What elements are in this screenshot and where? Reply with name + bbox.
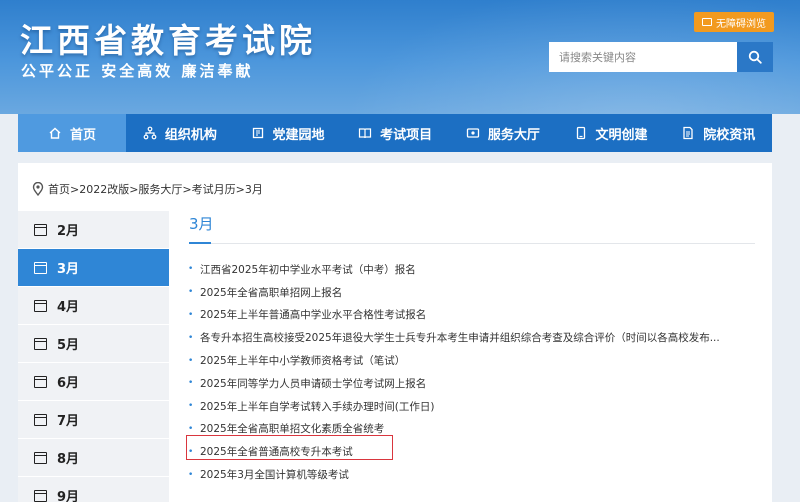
list-item-text: 2025年3月全国计算机等级考试 [200, 469, 349, 482]
nav-item-news[interactable]: 院校资讯 [664, 114, 772, 152]
site-slogan: 公平公正 安全高效 廉洁奉献 [21, 62, 254, 80]
calendar-icon [34, 223, 47, 236]
sidebar-item-label: 9月 [57, 490, 80, 502]
nav-label: 首页 [69, 127, 96, 143]
nav-label: 院校资讯 [703, 127, 756, 143]
calendar-icon [34, 337, 47, 350]
list-item[interactable]: • 各专升本招生高校接受2025年退役大学生士兵专升本考生申请并组织综合考查及综合… [188, 326, 748, 349]
sidebar-item-sep[interactable]: 9月 [18, 477, 169, 502]
book-icon [358, 126, 372, 140]
nav-item-party[interactable]: 党建园地 [234, 114, 342, 152]
nav-item-home[interactable]: 首页 [18, 114, 126, 152]
flag-icon [251, 126, 265, 140]
bullet-icon: • [188, 469, 194, 480]
search-icon [748, 50, 762, 64]
calendar-icon [34, 375, 47, 388]
nav-item-service[interactable]: 服务大厅 [449, 114, 557, 152]
list-item-text: 2025年全省高职单招网上报名 [200, 286, 343, 299]
month-sidebar: 2月 3月 4月 5月 6月 7月 8月 9月 [18, 211, 169, 502]
bullet-icon: • [188, 378, 194, 389]
list-item-text: 2025年上半年普通高中学业水平合格性考试报名 [200, 309, 427, 322]
bullet-icon: • [188, 423, 194, 434]
list-item[interactable]: • 江西省2025年初中学业水平考试（中考）报名 [188, 258, 748, 281]
list-item[interactable]: • 2025年上半年普通高中学业水平合格性考试报名 [188, 304, 748, 327]
nav-item-civilization[interactable]: 文明创建 [557, 114, 665, 152]
list-item-text: 江西省2025年初中学业水平考试（中考）报名 [200, 263, 416, 276]
month-title: 3月 [189, 215, 214, 233]
service-icon [466, 126, 480, 140]
calendar-icon [34, 489, 47, 502]
home-icon [48, 126, 62, 140]
sidebar-item-label: 7月 [57, 414, 80, 429]
sidebar-item-label: 2月 [57, 224, 80, 239]
monitor-icon [702, 18, 712, 26]
list-item[interactable]: • 2025年同等学力人员申请硕士学位考试网上报名 [188, 372, 748, 395]
list-item[interactable]: • 2025年3月全国计算机等级考试 [188, 463, 748, 486]
content-card: 首页>2022改版>服务大厅>考试月历>3月 2月 3月 4月 5月 6月 7月… [18, 163, 772, 502]
org-chart-icon [143, 126, 157, 140]
list-item[interactable]: • 2025年全省高职单招网上报名 [188, 281, 748, 304]
nav-label: 组织机构 [164, 127, 217, 143]
list-item-text: 2025年同等学力人员申请硕士学位考试网上报名 [200, 377, 427, 390]
sidebar-item-label: 6月 [57, 376, 80, 391]
nav-label: 文明创建 [595, 127, 648, 143]
phone-icon [574, 126, 588, 140]
title-divider [189, 243, 755, 244]
list-item-text: 各专升本招生高校接受2025年退役大学生士兵专升本考生申请并组织综合考查及综合评… [200, 332, 720, 345]
bullet-icon: • [188, 401, 194, 412]
calendar-icon [34, 261, 47, 274]
breadcrumb-text[interactable]: 首页>2022改版>服务大厅>考试月历>3月 [48, 181, 263, 197]
bullet-icon: • [188, 309, 194, 320]
sidebar-item-mar[interactable]: 3月 [18, 249, 169, 287]
nav-label: 党建园地 [272, 127, 325, 143]
nav-item-exams[interactable]: 考试项目 [341, 114, 449, 152]
accessibility-label: 无障碍浏览 [716, 18, 766, 30]
list-item-text: 2025年上半年自学考试转入手续办理时间(工作日) [200, 400, 435, 413]
sidebar-item-jul[interactable]: 7月 [18, 401, 169, 439]
site-title: 江西省教育考试院 [20, 21, 316, 60]
nav-item-organization[interactable]: 组织机构 [126, 114, 234, 152]
sidebar-item-may[interactable]: 5月 [18, 325, 169, 363]
sidebar-item-label: 5月 [57, 338, 80, 353]
highlight-box [186, 435, 393, 460]
location-pin-icon [32, 182, 44, 196]
main-nav: 首页 组织机构 党建园地 考试项目 服务大厅 文明创建 院校资讯 [18, 114, 772, 152]
list-item-text: 2025年上半年中小学教师资格考试（笔试） [200, 355, 406, 368]
bullet-icon: • [188, 287, 194, 298]
calendar-icon [34, 299, 47, 312]
calendar-icon [34, 451, 47, 464]
sidebar-item-jun[interactable]: 6月 [18, 363, 169, 401]
sidebar-item-apr[interactable]: 4月 [18, 287, 169, 325]
sidebar-item-label: 8月 [57, 452, 80, 467]
bullet-icon: • [188, 332, 194, 343]
accessibility-button[interactable]: 无障碍浏览 [694, 12, 774, 32]
search-input[interactable] [549, 42, 737, 72]
sidebar-item-label: 3月 [57, 262, 80, 277]
list-item[interactable]: • 2025年上半年自学考试转入手续办理时间(工作日) [188, 395, 748, 418]
nav-label: 考试项目 [380, 127, 433, 143]
title-underline [189, 242, 211, 244]
nav-label: 服务大厅 [487, 127, 540, 143]
calendar-icon [34, 413, 47, 426]
breadcrumb: 首页>2022改版>服务大厅>考试月历>3月 [32, 181, 263, 197]
sidebar-item-feb[interactable]: 2月 [18, 211, 169, 249]
document-icon [681, 126, 695, 140]
sidebar-item-label: 4月 [57, 300, 80, 315]
bullet-icon: • [188, 264, 194, 275]
list-item[interactable]: • 2025年上半年中小学教师资格考试（笔试） [188, 349, 748, 372]
sidebar-item-aug[interactable]: 8月 [18, 439, 169, 477]
bullet-icon: • [188, 355, 194, 366]
search-button[interactable] [737, 42, 773, 72]
